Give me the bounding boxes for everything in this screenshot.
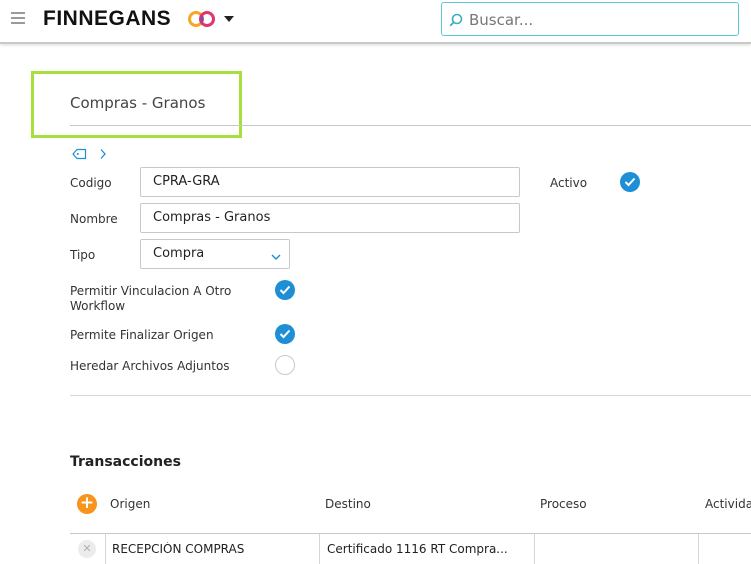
cell-divider	[105, 534, 106, 564]
checkmark-icon	[279, 329, 291, 339]
tipo-select[interactable]: Compra	[140, 239, 290, 269]
checkmark-icon	[624, 177, 636, 187]
plus-icon: +	[79, 493, 95, 513]
tipo-label: Tipo	[70, 248, 96, 262]
activo-label: Activo	[550, 176, 588, 190]
top-bar: FINNEGANS	[0, 0, 751, 44]
chevron-down-icon	[271, 254, 281, 260]
brand-dropdown-caret-icon[interactable]	[224, 16, 234, 22]
search-input[interactable]	[469, 9, 729, 31]
tipo-selected-value: Compra	[153, 246, 205, 261]
cell-origen[interactable]: RECEPCIÓN COMPRAS	[112, 542, 317, 556]
brand-name: FINNEGANS	[43, 7, 172, 30]
vinculacion-label: Permitir Vinculacion A Otro Workflow	[70, 284, 232, 313]
cell-divider	[698, 534, 699, 564]
codigo-field[interactable]: CPRA-GRA	[140, 167, 520, 197]
heredar-adjuntos-label: Heredar Archivos Adjuntos	[70, 359, 230, 373]
table-header-divider	[70, 533, 751, 534]
section-divider	[70, 395, 751, 396]
activo-checkbox[interactable]	[620, 172, 640, 192]
search-icon	[449, 13, 463, 27]
finalizar-origen-checkbox[interactable]	[275, 324, 295, 344]
vinculacion-checkbox[interactable]	[275, 280, 295, 300]
column-header-origen: Origen	[110, 497, 151, 511]
search-box[interactable]	[441, 2, 739, 36]
tag-icon[interactable]	[72, 148, 87, 160]
tag-row	[72, 143, 108, 162]
chevron-right-icon[interactable]	[98, 148, 108, 160]
cell-divider	[534, 534, 535, 564]
codigo-label: Codigo	[70, 176, 112, 190]
transacciones-title: Transacciones	[70, 454, 181, 470]
remove-row-button[interactable]: ✕	[78, 540, 96, 558]
nombre-field[interactable]: Compras - Granos	[140, 203, 520, 233]
close-icon: ✕	[82, 542, 92, 555]
brand-logo-icon	[188, 11, 215, 27]
column-header-proceso: Proceso	[540, 497, 587, 511]
heredar-adjuntos-checkbox[interactable]	[275, 355, 295, 375]
hamburger-menu-icon[interactable]	[11, 12, 25, 24]
title-divider	[70, 125, 751, 126]
page-title: Compras - Granos	[70, 94, 206, 112]
nombre-label: Nombre	[70, 212, 118, 226]
add-transaccion-button[interactable]: +	[77, 494, 97, 514]
checkmark-icon	[279, 285, 291, 295]
finalizar-origen-label: Permite Finalizar Origen	[70, 328, 214, 342]
column-header-destino: Destino	[325, 497, 371, 511]
column-header-actividad: Activida	[705, 497, 751, 511]
cell-divider	[319, 534, 320, 564]
cell-destino[interactable]: Certificado 1116 RT Compra...	[327, 542, 529, 556]
